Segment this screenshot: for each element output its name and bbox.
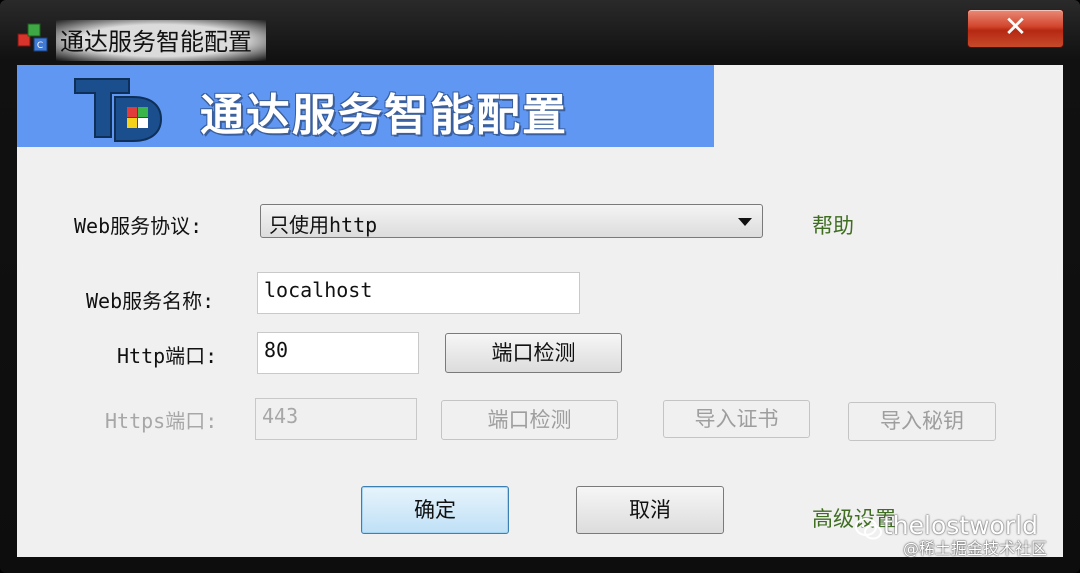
help-link[interactable]: 帮助 (812, 210, 854, 240)
wechat-icon (855, 518, 882, 540)
https-port-check-button[interactable]: 端口检测 (441, 400, 618, 440)
watermark: thelostworld @稀土掘金技术社区 (855, 505, 1048, 558)
cancel-button[interactable]: 取消 (576, 486, 724, 534)
https-port-label: Https端口: (105, 409, 218, 433)
close-button[interactable]: ✕ (967, 9, 1064, 48)
app-cubes-icon: C (17, 23, 48, 52)
ok-button[interactable]: 确定 (361, 486, 509, 534)
header-banner: 通达服务智能配置 (17, 65, 714, 147)
td-logo-icon (74, 78, 163, 142)
dialog-window: C 通达服务智能配置 ✕ 通达服务智能配置 Web服务协议: 只使用http 帮… (0, 0, 1080, 573)
http-port-check-button[interactable]: 端口检测 (445, 333, 622, 373)
close-icon: ✕ (1003, 10, 1028, 43)
service-name-input[interactable]: localhost (257, 272, 580, 314)
title-bar: C 通达服务智能配置 ✕ (0, 0, 1080, 62)
watermark-source: @稀土掘金技术社区 (903, 539, 1048, 558)
import-key-button[interactable]: 导入秘钥 (848, 402, 996, 441)
protocol-select[interactable]: 只使用http (260, 204, 763, 238)
http-port-label: Http端口: (117, 344, 218, 368)
http-port-input[interactable]: 80 (257, 332, 419, 374)
svg-text:C: C (37, 41, 43, 51)
import-cert-button[interactable]: 导入证书 (663, 400, 810, 438)
protocol-select-value: 只使用http (269, 213, 378, 237)
chevron-down-icon (738, 218, 752, 226)
banner-title: 通达服务智能配置 (200, 90, 568, 141)
window-title: 通达服务智能配置 (56, 20, 266, 61)
https-port-input[interactable]: 443 (255, 398, 417, 440)
dialog-content: 通达服务智能配置 Web服务协议: 只使用http 帮助 Web服务名称: lo… (17, 65, 1063, 557)
protocol-label: Web服务协议: (74, 214, 203, 238)
service-name-label: Web服务名称: (86, 289, 215, 313)
